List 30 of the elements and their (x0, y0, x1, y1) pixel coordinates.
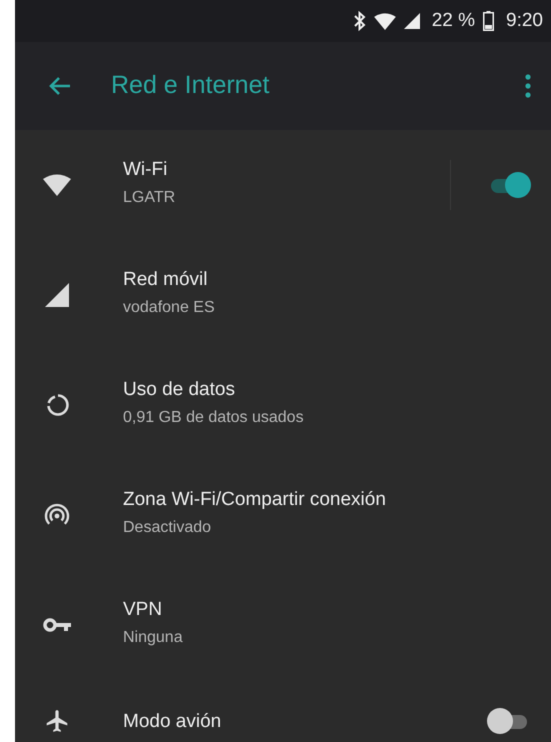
bluetooth-icon (354, 11, 366, 31)
settings-item[interactable]: VPN Ninguna (15, 570, 551, 680)
item-title: Wi-Fi (123, 158, 168, 182)
key-icon (43, 617, 71, 633)
item-summary: Desactivado (123, 518, 212, 538)
settings-item[interactable]: Red móvil vodafone ES (15, 240, 551, 350)
item-summary: 0,91 GB de datos usados (123, 408, 304, 428)
settings-item[interactable]: Zona Wi-Fi/Compartir conexión Desactivado (15, 460, 551, 570)
signal-icon (404, 13, 420, 29)
settings-item[interactable]: Wi-Fi LGATR (15, 130, 551, 240)
wifi-icon (43, 174, 71, 196)
item-title: Uso de datos (123, 378, 236, 402)
battery-icon (483, 11, 494, 31)
wifi-icon (374, 12, 396, 30)
item-summary: vodafone ES (123, 298, 215, 318)
toolbar-title: Red e Internet (111, 70, 270, 102)
item-title: Zona Wi-Fi/Compartir conexión (123, 488, 386, 512)
item-summary: LGATR (123, 188, 176, 208)
item-title: VPN (123, 598, 164, 622)
hotspot-icon (43, 503, 71, 527)
settings-item[interactable]: Modo avión (15, 680, 551, 742)
settings-item[interactable]: Uso de datos 0,91 GB de datos usados (15, 350, 551, 460)
item-title: Modo avión (123, 710, 222, 734)
time-text: 9:20 (506, 8, 543, 33)
item-title: Red móvil (123, 268, 208, 292)
signal-icon (43, 283, 71, 307)
more-options-icon[interactable] (525, 74, 531, 98)
item-summary: Ninguna (123, 628, 183, 648)
battery-text: 22 % (432, 8, 476, 33)
back-arrow-icon[interactable] (49, 76, 71, 96)
